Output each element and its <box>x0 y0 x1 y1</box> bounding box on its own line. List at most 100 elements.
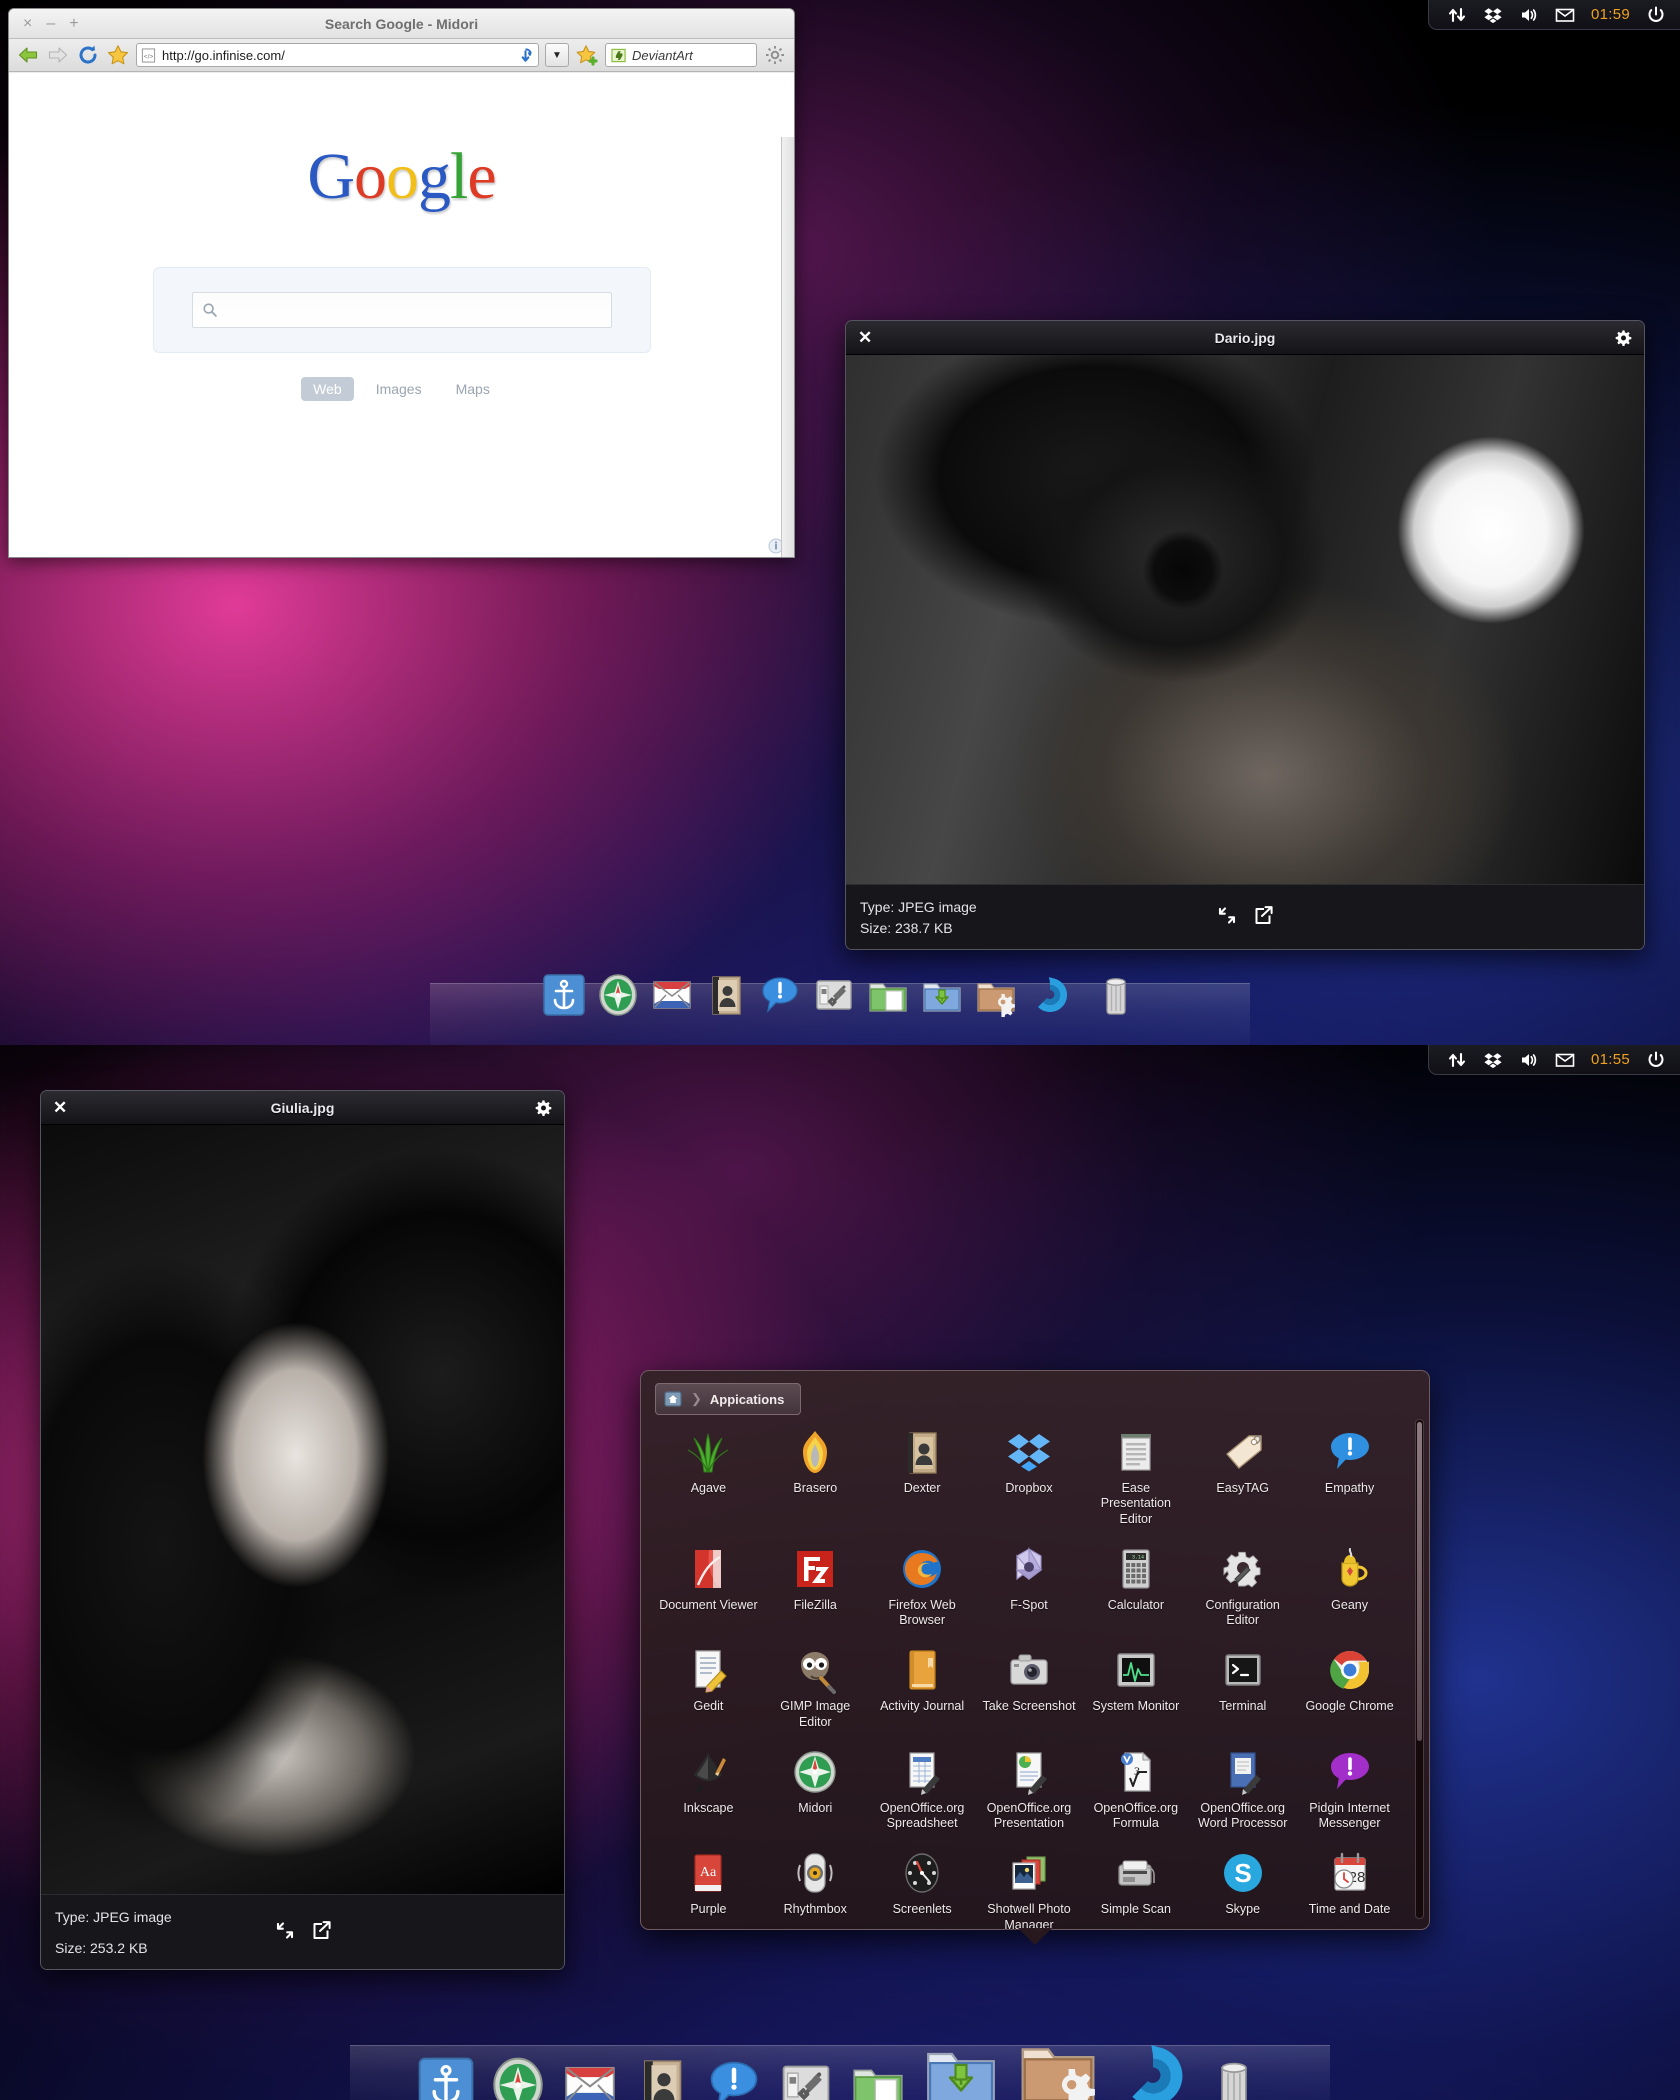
add-bookmark-icon[interactable] <box>575 43 599 67</box>
dock-item-trash[interactable] <box>1205 2056 1263 2100</box>
url-input[interactable]: http://go.infinise.com/ <box>162 48 511 63</box>
breadcrumb[interactable]: ❯ Appications <box>655 1383 802 1415</box>
app-item[interactable]: Pidgin Internet Messenger <box>1296 1743 1403 1837</box>
preferences-gear-icon[interactable] <box>763 43 787 67</box>
dock-item-web-browser[interactable] <box>489 2056 547 2100</box>
app-item[interactable]: 3.14 Calculator <box>1082 1540 1189 1634</box>
dock-item-media-player[interactable] <box>1028 973 1072 1017</box>
dropbox-icon[interactable] <box>1483 1050 1503 1070</box>
app-item[interactable]: Shotwell Photo Manager <box>976 1844 1083 1938</box>
dock-item-system-settings[interactable] <box>812 973 856 1017</box>
app-item[interactable]: Screenlets <box>869 1844 976 1938</box>
network-updown-icon[interactable] <box>1447 1050 1467 1070</box>
minimize-button[interactable]: – <box>46 15 55 32</box>
app-item[interactable]: Configuration Editor <box>1189 1540 1296 1634</box>
dock-item-trash[interactable] <box>1094 973 1138 1017</box>
app-item[interactable]: Geany <box>1296 1540 1403 1634</box>
search-input[interactable]: DeviantArt <box>632 48 693 63</box>
dock-item-mail-client[interactable] <box>650 973 694 1017</box>
app-item[interactable]: Midori <box>762 1743 869 1837</box>
close-icon[interactable]: ✕ <box>846 329 872 346</box>
volume-icon[interactable] <box>1519 5 1539 25</box>
dock-item-web-browser[interactable] <box>596 973 640 1017</box>
go-arrow-icon[interactable] <box>517 47 534 64</box>
dock-item-preferences-folder[interactable] <box>1015 2028 1101 2100</box>
app-item[interactable]: Aa Purple <box>655 1844 762 1938</box>
reload-icon[interactable] <box>76 43 100 67</box>
viewer-titlebar[interactable]: ✕ Dario.jpg <box>846 321 1644 355</box>
maximize-button[interactable]: + <box>69 15 78 32</box>
image-viewer-dario[interactable]: ✕ Dario.jpg Type: JPEG image Size: 238.7… <box>845 320 1645 950</box>
dock-item-files[interactable] <box>866 973 910 1017</box>
image-canvas[interactable] <box>41 1125 564 1895</box>
dock-item-downloads[interactable] <box>921 2034 1001 2100</box>
app-item[interactable]: Dexter <box>869 1423 976 1532</box>
dock-item-files[interactable] <box>849 2056 907 2100</box>
app-item[interactable]: Inkscape <box>655 1743 762 1837</box>
share-icon[interactable] <box>1252 905 1274 930</box>
applications-launcher[interactable]: ❯ Appications Agave Brasero Dexter Dropb… <box>640 1370 1430 1932</box>
dock-item-media-player[interactable] <box>1115 2038 1191 2100</box>
mail-icon[interactable] <box>1555 5 1575 25</box>
gear-icon[interactable] <box>1615 329 1632 346</box>
search-engine-field[interactable]: DeviantArt <box>605 43 757 67</box>
app-item[interactable]: Dropbox <box>976 1423 1083 1532</box>
app-item[interactable]: EasyTAG <box>1189 1423 1296 1532</box>
fullscreen-icon[interactable] <box>1216 905 1238 930</box>
app-item[interactable]: F-Spot <box>976 1540 1083 1634</box>
fullscreen-icon[interactable] <box>274 1920 296 1945</box>
app-item[interactable]: Simple Scan <box>1082 1844 1189 1938</box>
midori-browser-window[interactable]: × – + Search Google - Midori </> http://… <box>8 8 795 558</box>
app-item[interactable]: Terminal <box>1189 1641 1296 1735</box>
forward-icon[interactable] <box>46 43 70 67</box>
volume-icon[interactable] <box>1519 1050 1539 1070</box>
app-item[interactable]: Brasero <box>762 1423 869 1532</box>
back-icon[interactable] <box>16 43 40 67</box>
app-item[interactable]: GIMP Image Editor <box>762 1641 869 1735</box>
app-item[interactable]: Ease Presentation Editor <box>1082 1423 1189 1532</box>
image-canvas[interactable] <box>846 355 1644 885</box>
app-item[interactable]: Document Viewer <box>655 1540 762 1634</box>
share-icon[interactable] <box>310 1920 332 1945</box>
app-item[interactable]: OpenOffice.org Presentation <box>976 1743 1083 1837</box>
browser-scrollbar[interactable] <box>781 137 794 557</box>
tray-clock[interactable]: 01:59 <box>1591 6 1630 23</box>
dock-item-downloads[interactable] <box>920 973 964 1017</box>
dock-item-contacts[interactable] <box>633 2056 691 2100</box>
dock-item-messenger[interactable] <box>705 2056 763 2100</box>
close-icon[interactable]: ✕ <box>41 1099 67 1116</box>
dock-item-messenger[interactable] <box>758 973 802 1017</box>
tab-maps[interactable]: Maps <box>444 377 502 401</box>
launcher-scrollbar[interactable] <box>1415 1419 1424 1919</box>
app-item[interactable]: System Monitor <box>1082 1641 1189 1735</box>
mail-icon[interactable] <box>1555 1050 1575 1070</box>
power-icon[interactable] <box>1646 1050 1666 1070</box>
app-item[interactable]: 3 OpenOffice.org Formula <box>1082 1743 1189 1837</box>
tray-clock[interactable]: 01:55 <box>1591 1051 1630 1068</box>
app-item[interactable]: Google Chrome <box>1296 1641 1403 1735</box>
app-item[interactable]: FileZilla <box>762 1540 869 1634</box>
deviantart-icon[interactable] <box>611 48 626 63</box>
midori-titlebar[interactable]: × – + Search Google - Midori <box>9 9 794 39</box>
app-item[interactable]: OpenOffice.org Spreadsheet <box>869 1743 976 1837</box>
app-item[interactable]: Activity Journal <box>869 1641 976 1735</box>
gear-icon[interactable] <box>535 1099 552 1116</box>
close-button[interactable]: × <box>23 15 32 32</box>
dock-item-system-settings[interactable] <box>777 2056 835 2100</box>
tab-web[interactable]: Web <box>301 377 354 401</box>
google-search-input[interactable] <box>191 292 612 328</box>
dock-item-anchor-launcher[interactable] <box>417 2056 475 2100</box>
dock-item-preferences-folder[interactable] <box>974 973 1018 1017</box>
dock-item-anchor-launcher[interactable] <box>542 973 586 1017</box>
homepage-star-icon[interactable] <box>106 43 130 67</box>
app-item[interactable]: 28 Time and Date <box>1296 1844 1403 1938</box>
viewer-titlebar[interactable]: ✕ Giulia.jpg <box>41 1091 564 1125</box>
app-item[interactable]: OpenOffice.org Word Processor <box>1189 1743 1296 1837</box>
tab-images[interactable]: Images <box>364 377 434 401</box>
app-item[interactable]: Take Screenshot <box>976 1641 1083 1735</box>
app-item[interactable]: S Skype <box>1189 1844 1296 1938</box>
app-item[interactable]: Gedit <box>655 1641 762 1735</box>
url-history-dropdown[interactable]: ▼ <box>545 43 569 67</box>
dropbox-icon[interactable] <box>1483 5 1503 25</box>
app-item[interactable]: Agave <box>655 1423 762 1532</box>
